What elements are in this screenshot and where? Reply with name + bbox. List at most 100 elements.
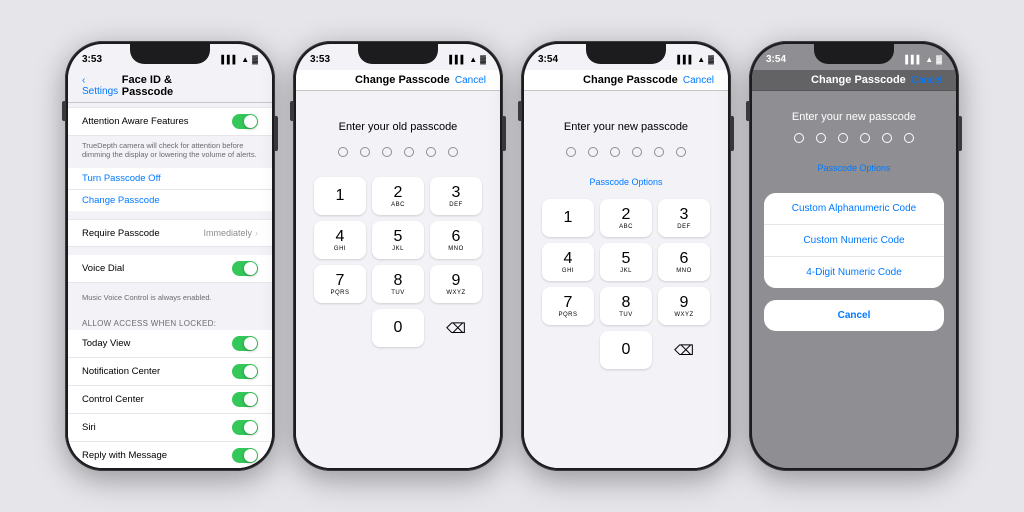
digit-6: 6 [452, 229, 461, 245]
custom-numeric-option[interactable]: Custom Numeric Code [764, 225, 944, 257]
voice-dial-toggle[interactable] [232, 261, 258, 276]
cancel-button-2[interactable]: Cancel [455, 75, 486, 86]
reply-message-label: Reply with Message [82, 450, 167, 461]
phone-1-screen: 3:53 ▌▌▌ ▲ ▓ ‹ Settings Face ID & Passco… [68, 44, 272, 468]
settings-section-attention: Attention Aware Features TrueDepth camer… [68, 107, 272, 164]
key-3-3[interactable]: 3DEF [658, 199, 710, 237]
notification-center-toggle[interactable] [232, 364, 258, 379]
attention-aware-row[interactable]: Attention Aware Features [68, 107, 272, 136]
passcode-dots-2 [338, 147, 458, 157]
key-2[interactable]: 2ABC [372, 177, 424, 215]
nav-bar-2: Change Passcode Cancel [296, 70, 500, 91]
settings-section-require: Require Passcode Immediately › Voice Dia… [68, 219, 272, 311]
phone-2-screen: 3:53 ▌▌▌ ▲ ▓ Change Passcode Cancel Ente… [296, 44, 500, 468]
key-5[interactable]: 5JKL [372, 221, 424, 259]
reply-message-row[interactable]: Reply with Message [68, 442, 272, 468]
key-delete[interactable]: ⌫ [430, 309, 482, 347]
voice-dial-description-text: Music Voice Control is always enabled. [82, 293, 212, 302]
cancel-button-3[interactable]: Cancel [683, 75, 714, 86]
phone-3-screen: 3:54 ▌▌▌ ▲ ▓ Change Passcode Cancel Ente… [524, 44, 728, 468]
control-center-row[interactable]: Control Center [68, 386, 272, 414]
cancel-button-4[interactable]: Cancel [911, 75, 942, 86]
status-icons-4: ▌▌▌ ▲ ▓ [905, 55, 942, 64]
passcode-screen-3: Enter your new passcode Passcode Options… [524, 91, 728, 468]
wifi-icon-4: ▲ [925, 55, 933, 64]
key-3-delete[interactable]: ⌫ [658, 331, 710, 369]
reply-message-toggle[interactable] [232, 448, 258, 463]
notch-4 [814, 44, 894, 64]
today-view-row[interactable]: Today View [68, 330, 272, 358]
dot-4-4 [860, 133, 870, 143]
digit-5: 5 [394, 229, 403, 245]
key-3-1[interactable]: 1 [542, 199, 594, 237]
passcode-menu-cancel[interactable]: Cancel [764, 300, 944, 331]
attention-description-text: TrueDepth camera will check for attentio… [82, 141, 257, 159]
chevron-icon: › [255, 228, 258, 238]
signal-icon-2: ▌▌▌ [449, 55, 466, 64]
battery-icon-2: ▓ [480, 55, 486, 64]
digit-4: 4 [336, 229, 345, 245]
today-view-label: Today View [82, 338, 130, 349]
require-passcode-value: Immediately [203, 228, 252, 238]
passcode-options-4[interactable]: Passcode Options [817, 163, 890, 173]
key-3-6[interactable]: 6MNO [658, 243, 710, 281]
key-3-4[interactable]: 4GHI [542, 243, 594, 281]
settings-section-locked: ALLOW ACCESS WHEN LOCKED: Today View Not… [68, 315, 272, 468]
key-3-8[interactable]: 8TUV [600, 287, 652, 325]
voice-dial-row[interactable]: Voice Dial [68, 255, 272, 283]
nav-bar-4: Change Passcode Cancel [752, 70, 956, 91]
empty-key [314, 309, 366, 347]
key-3-2[interactable]: 2ABC [600, 199, 652, 237]
change-passcode-link[interactable]: Change Passcode [68, 189, 272, 211]
require-passcode-value-group: Immediately › [203, 228, 258, 238]
notch-3 [586, 44, 666, 64]
digit-1: 1 [336, 188, 345, 204]
require-passcode-row[interactable]: Require Passcode Immediately › [68, 219, 272, 247]
signal-icon-4: ▌▌▌ [905, 55, 922, 64]
passcode-screen-4: Enter your new passcode Passcode Options… [752, 91, 956, 468]
dot-4-6 [904, 133, 914, 143]
key-3[interactable]: 3DEF [430, 177, 482, 215]
time-4: 3:54 [766, 54, 786, 65]
today-view-toggle[interactable] [232, 336, 258, 351]
dot-3 [382, 147, 392, 157]
key-3-9[interactable]: 9WXYZ [658, 287, 710, 325]
siri-row[interactable]: Siri [68, 414, 272, 442]
dot-4-3 [838, 133, 848, 143]
siri-toggle[interactable] [232, 420, 258, 435]
turn-passcode-off-link[interactable]: Turn Passcode Off [68, 168, 272, 189]
key-8[interactable]: 8TUV [372, 265, 424, 303]
letters-7: PQRS [330, 290, 349, 296]
back-button-1[interactable]: ‹ Settings [82, 75, 122, 97]
notification-center-row[interactable]: Notification Center [68, 358, 272, 386]
control-center-toggle[interactable] [232, 392, 258, 407]
wifi-icon: ▲ [241, 55, 249, 64]
voice-dial-label: Voice Dial [82, 263, 124, 274]
notification-center-label: Notification Center [82, 366, 160, 377]
key-7[interactable]: 7PQRS [314, 265, 366, 303]
dot-4-2 [816, 133, 826, 143]
digit-2: 2 [394, 185, 403, 201]
voice-dial-description: Music Voice Control is always enabled. [68, 283, 272, 311]
key-4[interactable]: 4GHI [314, 221, 366, 259]
notch-2 [358, 44, 438, 64]
four-digit-option[interactable]: 4-Digit Numeric Code [764, 257, 944, 288]
attention-aware-toggle[interactable] [232, 114, 258, 129]
letters-3: DEF [449, 202, 463, 208]
signal-icon: ▌▌▌ [221, 55, 238, 64]
key-9[interactable]: 9WXYZ [430, 265, 482, 303]
time-1: 3:53 [82, 54, 102, 65]
key-3-5[interactable]: 5JKL [600, 243, 652, 281]
key-0[interactable]: 0 [372, 309, 424, 347]
custom-alphanumeric-option[interactable]: Custom Alphanumeric Code [764, 193, 944, 225]
dot-3-2 [588, 147, 598, 157]
dot-1 [338, 147, 348, 157]
key-6[interactable]: 6MNO [430, 221, 482, 259]
delete-icon: ⌫ [446, 321, 466, 335]
key-1[interactable]: 1 [314, 177, 366, 215]
key-3-7[interactable]: 7PQRS [542, 287, 594, 325]
letters-2: ABC [391, 202, 405, 208]
key-3-0[interactable]: 0 [600, 331, 652, 369]
battery-icon: ▓ [252, 55, 258, 64]
passcode-options-3[interactable]: Passcode Options [589, 177, 662, 187]
